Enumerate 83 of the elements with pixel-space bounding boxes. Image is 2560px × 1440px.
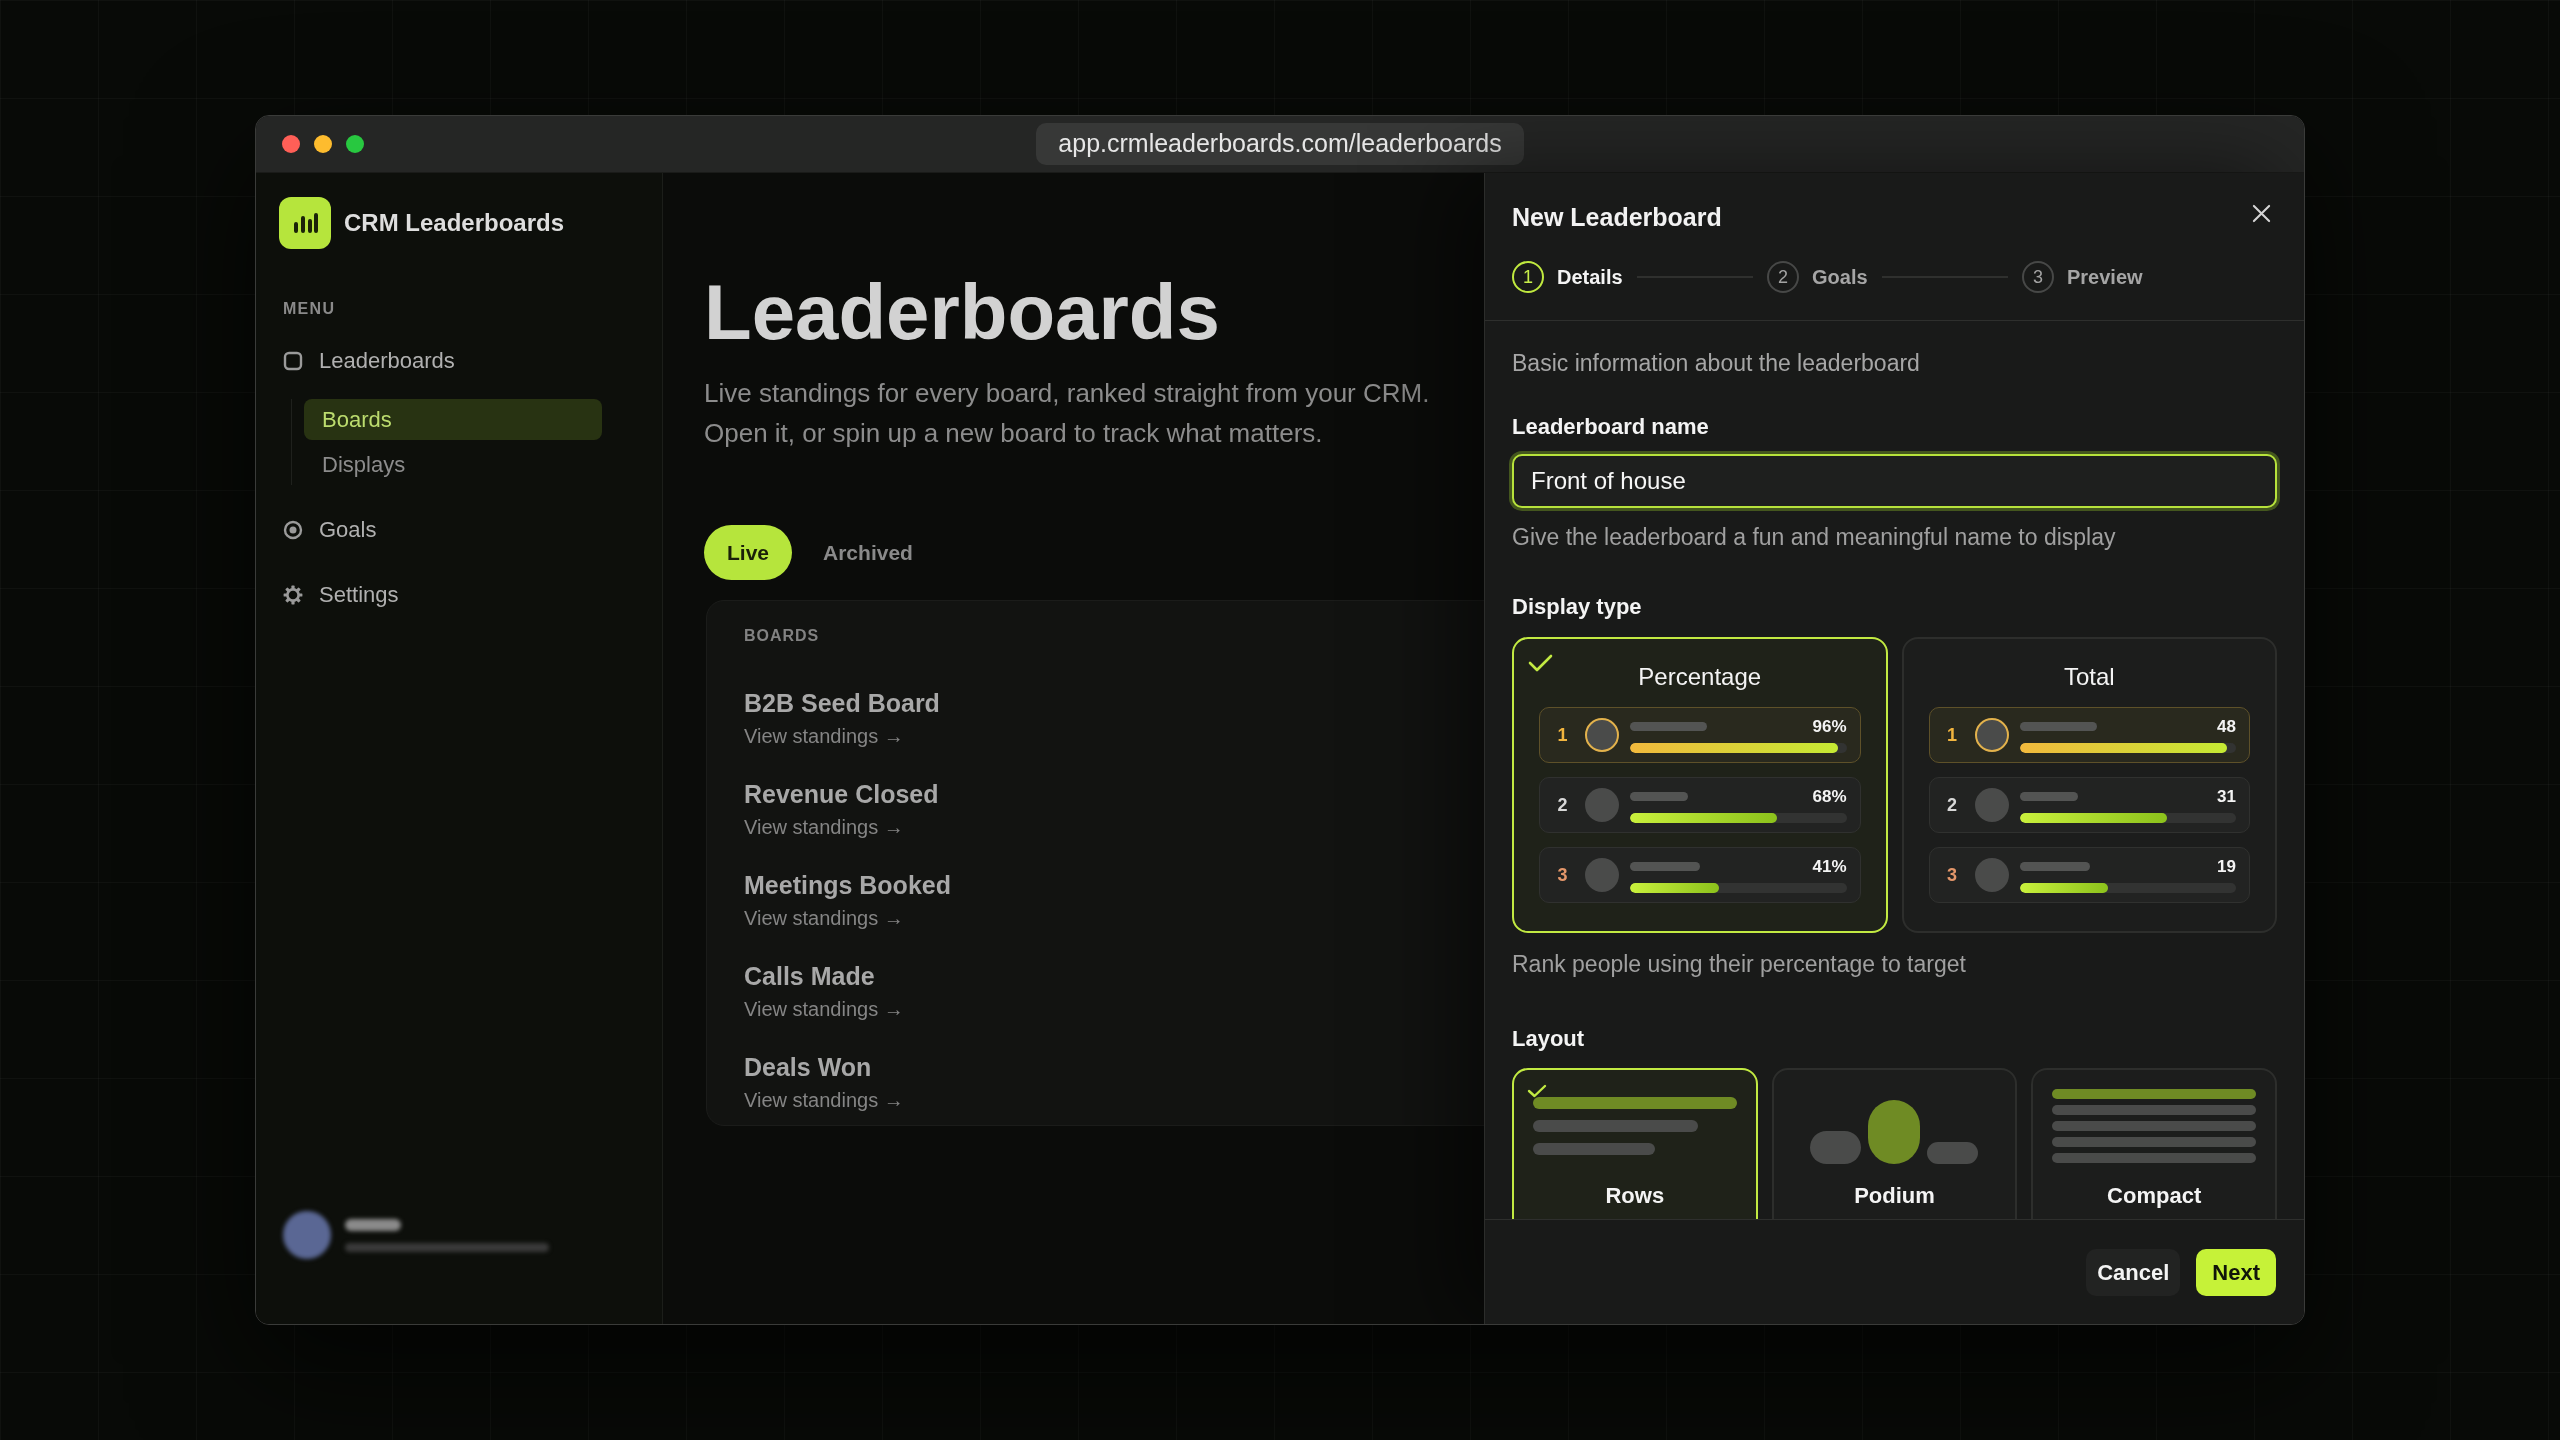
dialog-title: New Leaderboard (1512, 202, 1722, 232)
avatar-icon (1974, 858, 2009, 892)
layout-option[interactable]: Podium (1771, 1068, 2018, 1219)
user-name-blur (345, 1218, 401, 1231)
view-standings-link[interactable]: View standings → (744, 997, 904, 1021)
next-button[interactable]: Next (2196, 1248, 2276, 1296)
user-avatar (283, 1211, 331, 1259)
rank-number: 1 (1556, 723, 1569, 747)
step-number: 3 (2022, 261, 2054, 293)
name-placeholder-bar (2019, 862, 2090, 871)
section-label: MENU (283, 299, 336, 319)
score-value: 48 (2217, 717, 2236, 736)
cancel-button[interactable]: Cancel (2086, 1248, 2181, 1296)
board-name: Deals Won (744, 1052, 872, 1082)
score-value: 19 (2217, 857, 2236, 876)
close-window-icon[interactable] (282, 135, 300, 153)
step-label: Details (1557, 265, 1623, 290)
rank-number: 2 (1946, 793, 1958, 817)
score-value: 31 (2217, 787, 2236, 806)
address-bar[interactable]: app.crmleaderboards.com/leaderboards (1036, 123, 1524, 165)
check-icon (1528, 654, 1553, 672)
board-name: Revenue Closed (744, 779, 939, 809)
option-label: Compact (2107, 1183, 2202, 1209)
gear-icon (283, 584, 303, 605)
view-standings-link[interactable]: View standings → (744, 1088, 904, 1112)
view-standings-link[interactable]: View standings → (744, 815, 904, 839)
section-label: Display type (1512, 594, 1642, 620)
display-type-option[interactable]: Total 1 48 2 31 3 19 (1901, 637, 2277, 933)
option-label: Podium (1854, 1183, 1935, 1209)
helper-text: Rank people using their percentage to target (1512, 951, 1966, 977)
intro-text: Basic information about the leaderboard (1512, 350, 1920, 376)
layout-option[interactable]: Rows (1512, 1068, 1758, 1219)
filter-tab[interactable]: Archived (800, 525, 936, 580)
check-icon (1527, 1084, 1547, 1098)
option-title: Percentage (1638, 664, 1762, 690)
field-label: Leaderboard name (1512, 414, 1709, 440)
nav-subitem[interactable]: Boards (304, 399, 602, 440)
step-label: Goals (1812, 265, 1868, 290)
name-input[interactable]: Front of house (1512, 454, 2277, 508)
view-standings-link[interactable]: View standings → (744, 724, 904, 748)
avatar-icon (1974, 718, 2009, 752)
rank-number: 3 (1946, 863, 1958, 887)
score-value: 96% (1812, 717, 1847, 736)
list-heading: BOARDS (744, 626, 820, 646)
board-name: Calls Made (744, 961, 875, 991)
step-number: 2 (1767, 261, 1799, 293)
option-label: Rows (1605, 1183, 1665, 1209)
logo-icon (279, 197, 331, 249)
nav-item[interactable]: Settings (283, 574, 411, 615)
board-name: B2B Seed Board (744, 688, 940, 718)
layout-option[interactable]: Compact (2031, 1068, 2277, 1219)
app-name: CRM Leaderboards (344, 208, 565, 238)
rank-number: 3 (1556, 863, 1569, 887)
target-icon (283, 519, 303, 540)
nav-item[interactable]: Leaderboards (283, 340, 467, 381)
step-label: Preview (2067, 265, 2143, 290)
rank-number: 2 (1556, 793, 1569, 817)
nav-item[interactable]: Goals (283, 509, 389, 550)
maximize-window-icon[interactable] (346, 135, 364, 153)
square-icon (283, 350, 303, 371)
close-icon (2251, 203, 2271, 223)
helper-text: Give the leaderboard a fun and meaningful name to display (1512, 524, 2116, 550)
nav-subitem[interactable]: Displays (304, 444, 602, 485)
page-title: Leaderboards (704, 273, 1220, 351)
score-value: 41% (1812, 857, 1847, 876)
filter-tab[interactable]: Live (704, 525, 793, 580)
page-description: Live standings for every board, ranked straight from your CRM. Open it, or spin up a new board to track what matters. (704, 377, 1431, 450)
view-standings-link[interactable]: View standings → (744, 906, 904, 930)
display-type-option[interactable]: Percentage 1 96% 2 68% 3 41% (1512, 637, 1888, 933)
avatar-icon (1585, 858, 1619, 892)
avatar-icon (1974, 788, 2009, 822)
section-label: Layout (1512, 1026, 1585, 1052)
board-name: Meetings Booked (744, 870, 951, 900)
score-value: 68% (1812, 787, 1847, 806)
step-number: 1 (1512, 261, 1544, 293)
name-placeholder-bar (1630, 792, 1688, 801)
option-title: Total (2063, 664, 2115, 690)
avatar-icon (1585, 718, 1619, 752)
rank-number: 1 (1946, 723, 1958, 747)
name-placeholder-bar (2019, 792, 2078, 801)
name-placeholder-bar (1630, 862, 1700, 871)
minimize-window-icon[interactable] (314, 135, 332, 153)
avatar-icon (1585, 788, 1619, 822)
